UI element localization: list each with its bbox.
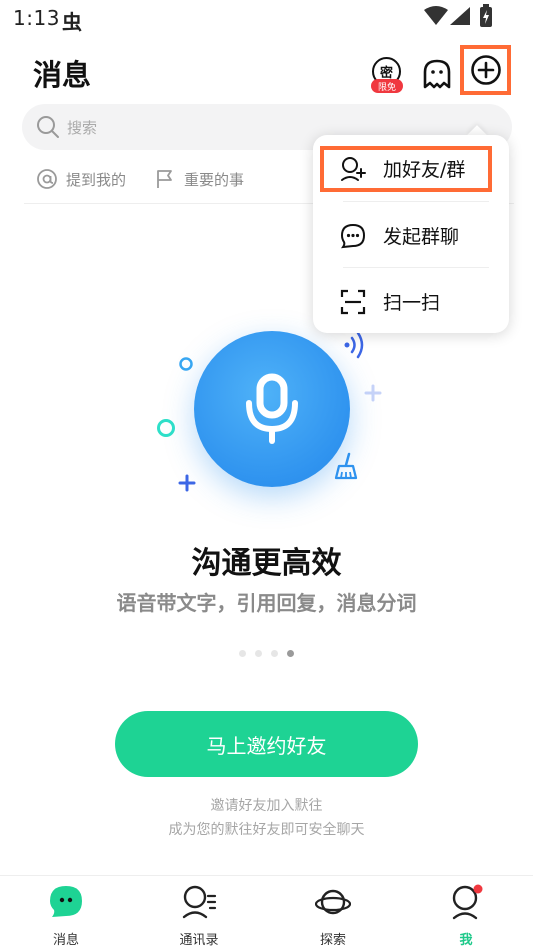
nav-messages[interactable]: 消息 (21, 884, 111, 948)
nav-explore-label: 探索 (319, 933, 346, 948)
ghost-icon (423, 59, 451, 89)
nav-me-label: 我 (459, 933, 473, 948)
ring-icon (179, 357, 193, 371)
menu-scan-label: 扫一扫 (383, 291, 441, 314)
page-dot-active (287, 650, 294, 657)
invite-note-line2: 成为您的默往好友即可安全聊天 (168, 822, 365, 838)
person-icon (452, 884, 483, 920)
filter-mentions[interactable]: 提到我的 (36, 168, 126, 190)
free-badge: 限免 (371, 79, 403, 93)
flag-icon (157, 170, 172, 188)
nav-messages-label: 消息 (52, 933, 79, 948)
battery-icon (480, 4, 492, 27)
page-dot (271, 650, 278, 657)
at-icon (37, 169, 57, 189)
plus-icon (364, 384, 382, 402)
voice-illustration (194, 331, 350, 487)
menu-group-chat-label: 发起群聊 (383, 225, 460, 248)
signal-icon (450, 7, 470, 25)
nav-me[interactable]: 我 (421, 884, 511, 948)
empty-state-title: 沟通更高效 (191, 546, 342, 581)
plus-circle-icon (470, 55, 501, 85)
page-title: 消息 (33, 58, 92, 92)
search-placeholder: 搜索 (67, 119, 98, 137)
nav-contacts-label: 通讯录 (179, 933, 219, 948)
search-icon (37, 116, 59, 138)
invite-note-line1: 邀请好友加入默往 (210, 798, 323, 814)
planet-icon (315, 889, 351, 915)
add-menu-button[interactable] (460, 45, 511, 95)
ghost-mode-button[interactable] (420, 57, 454, 91)
ring-icon (157, 419, 175, 437)
plus-icon (178, 474, 196, 492)
sound-wave-icon (344, 331, 364, 359)
filter-important[interactable]: 重要的事 (154, 168, 244, 190)
chat-bubble-icon (50, 886, 82, 917)
menu-divider (343, 201, 489, 202)
status-bar: 1:13 虫 (0, 0, 533, 40)
page-dot (255, 650, 262, 657)
invite-friends-button[interactable]: 马上邀约好友 (115, 711, 418, 777)
page-indicator (239, 650, 294, 657)
add-friend-highlight (320, 146, 492, 192)
filter-mentions-label: 提到我的 (66, 170, 127, 189)
contacts-icon (182, 885, 217, 919)
bottom-nav: 消息 通讯录 探索 我 (0, 875, 533, 948)
empty-state-subtitle: 语音带文字，引用回复，消息分词 (116, 591, 417, 615)
page-dot (239, 650, 246, 657)
microphone-icon (246, 373, 298, 444)
broom-icon (334, 452, 358, 480)
status-time: 1:13 (13, 6, 60, 30)
nav-explore[interactable]: 探索 (288, 884, 378, 948)
notification-app-icon: 虫 (62, 10, 82, 34)
nav-contacts[interactable]: 通讯录 (154, 884, 244, 948)
notification-dot (473, 884, 483, 894)
menu-scan[interactable]: 扫一扫 (313, 270, 509, 332)
menu-group-chat[interactable]: 发起群聊 (313, 204, 509, 266)
menu-divider (343, 267, 489, 268)
chat-bubble-icon (340, 223, 366, 249)
scan-icon (340, 289, 366, 315)
secret-chat-button[interactable]: 密 限免 (371, 56, 403, 96)
wifi-icon (424, 6, 448, 25)
filter-important-label: 重要的事 (184, 170, 245, 189)
